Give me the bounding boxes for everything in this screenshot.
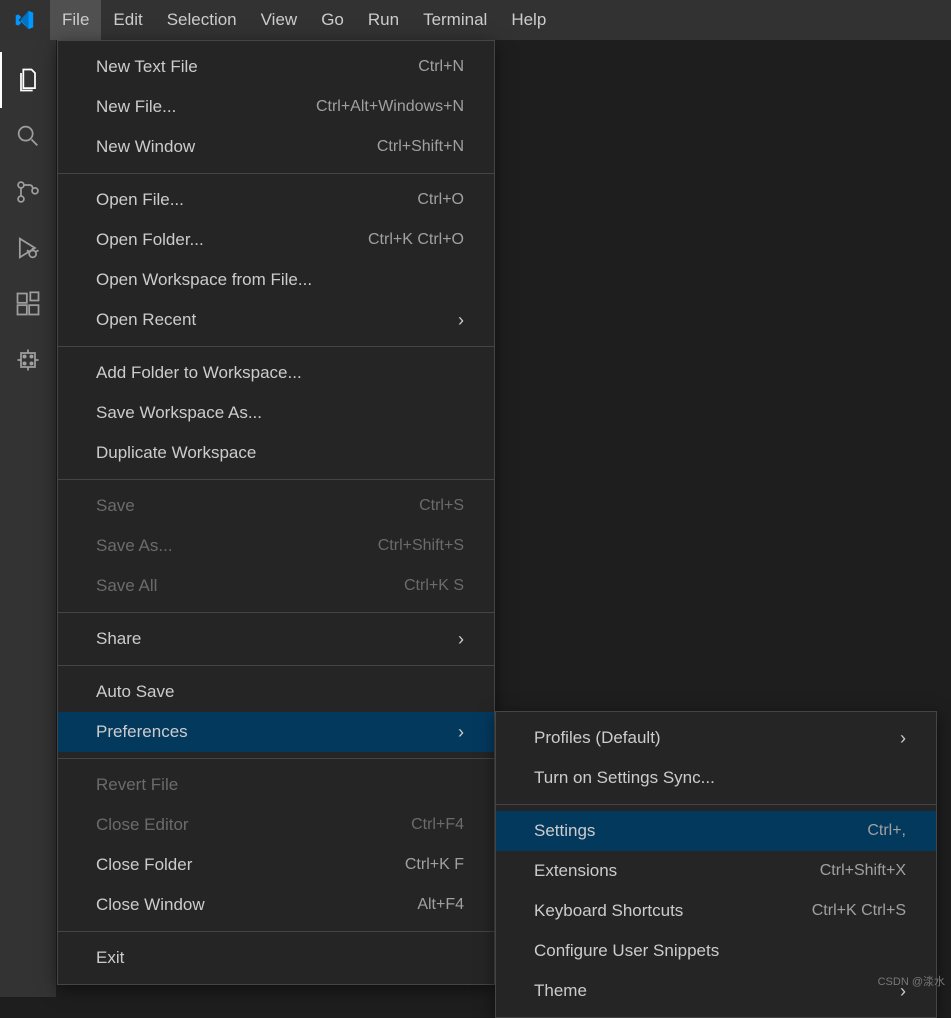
menu-label: Theme — [534, 981, 587, 1001]
menu-label: Turn on Settings Sync... — [534, 768, 715, 788]
menu-shortcut: Ctrl+K Ctrl+S — [812, 902, 906, 920]
titlebar: File Edit Selection View Go Run Terminal… — [0, 0, 951, 40]
menu-shortcut: Ctrl+S — [419, 497, 464, 515]
menu-go[interactable]: Go — [309, 0, 356, 40]
file-menu-open-recent[interactable]: Open Recent › — [58, 300, 494, 340]
menu-shortcut: Ctrl+K S — [404, 577, 464, 595]
menu-shortcut: Ctrl+Alt+Windows+N — [316, 98, 464, 116]
file-menu-save-as: Save As... Ctrl+Shift+S — [58, 526, 494, 566]
preferences-submenu: Profiles (Default) › Turn on Settings Sync… — [495, 711, 937, 1018]
menu-shortcut: Ctrl+, — [867, 822, 906, 840]
menu-label: Close Editor — [96, 815, 189, 835]
menu-label: Close Window — [96, 895, 205, 915]
file-menu-save-all: Save All Ctrl+K S — [58, 566, 494, 606]
file-menu-open-file[interactable]: Open File... Ctrl+O — [58, 180, 494, 220]
menu-label: Open Folder... — [96, 230, 204, 250]
file-menu-save: Save Ctrl+S — [58, 486, 494, 526]
file-menu-preferences[interactable]: Preferences › — [58, 712, 494, 752]
watermark: CSDN @渁水 — [878, 973, 945, 989]
menubar: File Edit Selection View Go Run Terminal… — [50, 0, 558, 40]
remote-icon[interactable] — [0, 332, 56, 388]
search-icon[interactable] — [0, 108, 56, 164]
pref-menu-profiles-default[interactable]: Profiles (Default) › — [496, 718, 936, 758]
menu-terminal[interactable]: Terminal — [411, 0, 499, 40]
menu-label: Duplicate Workspace — [96, 443, 256, 463]
menu-shortcut: Ctrl+K Ctrl+O — [368, 231, 464, 249]
menu-label: Close Folder — [96, 855, 192, 875]
run-debug-icon[interactable] — [0, 220, 56, 276]
file-menu-new-file[interactable]: New File... Ctrl+Alt+Windows+N — [58, 87, 494, 127]
explorer-icon[interactable] — [0, 52, 56, 108]
menu-shortcut: Ctrl+O — [417, 191, 464, 209]
menu-label: Share — [96, 629, 141, 649]
menu-label: Save — [96, 496, 135, 516]
file-menu-share[interactable]: Share › — [58, 619, 494, 659]
menu-label: New Text File — [96, 57, 198, 77]
menu-label: Open Recent — [96, 310, 196, 330]
menu-label: Add Folder to Workspace... — [96, 363, 302, 383]
menu-label: Exit — [96, 948, 124, 968]
menu-label: Save All — [96, 576, 157, 596]
file-menu-save-workspace-as[interactable]: Save Workspace As... — [58, 393, 494, 433]
menu-shortcut: Ctrl+F4 — [411, 816, 464, 834]
menu-shortcut: Ctrl+Shift+S — [378, 537, 464, 555]
pref-menu-configure-user-snippets[interactable]: Configure User Snippets — [496, 931, 936, 971]
menu-label: Auto Save — [96, 682, 174, 702]
activitybar — [0, 40, 56, 997]
file-menu-exit[interactable]: Exit — [58, 938, 494, 978]
menu-label: Extensions — [534, 861, 617, 881]
menu-label: Keyboard Shortcuts — [534, 901, 683, 921]
menu-view[interactable]: View — [249, 0, 310, 40]
pref-menu-settings[interactable]: Settings Ctrl+, — [496, 811, 936, 851]
menu-label: Save Workspace As... — [96, 403, 262, 423]
pref-menu-extensions[interactable]: Extensions Ctrl+Shift+X — [496, 851, 936, 891]
file-menu-close-window[interactable]: Close Window Alt+F4 — [58, 885, 494, 925]
menu-help[interactable]: Help — [499, 0, 558, 40]
menu-shortcut: Ctrl+K F — [405, 856, 464, 874]
menu-run[interactable]: Run — [356, 0, 411, 40]
file-menu-close-editor: Close Editor Ctrl+F4 — [58, 805, 494, 845]
pref-menu-theme[interactable]: Theme› — [496, 971, 936, 1011]
file-menu-open-folder[interactable]: Open Folder... Ctrl+K Ctrl+O — [58, 220, 494, 260]
menu-edit[interactable]: Edit — [101, 0, 154, 40]
menu-label: Settings — [534, 821, 595, 841]
file-menu-new-text-file[interactable]: New Text File Ctrl+N — [58, 47, 494, 87]
menu-label: Profiles (Default) — [534, 728, 661, 748]
chevron-right-icon: › — [458, 722, 464, 743]
menu-shortcut: Ctrl+Shift+X — [820, 862, 906, 880]
menu-label: Preferences — [96, 722, 188, 742]
menu-label: Save As... — [96, 536, 173, 556]
menu-shortcut: Ctrl+N — [418, 58, 464, 76]
menu-label: Revert File — [96, 775, 178, 795]
menu-label: Open File... — [96, 190, 184, 210]
menu-label: Configure User Snippets — [534, 941, 719, 961]
file-menu-new-window[interactable]: New Window Ctrl+Shift+N — [58, 127, 494, 167]
menu-file[interactable]: File — [50, 0, 101, 40]
chevron-right-icon: › — [458, 310, 464, 331]
chevron-right-icon: › — [900, 728, 906, 749]
vscode-logo-icon — [8, 4, 40, 36]
menu-label: New File... — [96, 97, 176, 117]
file-menu-auto-save[interactable]: Auto Save — [58, 672, 494, 712]
menu-selection[interactable]: Selection — [155, 0, 249, 40]
file-menu-add-folder-to-workspace[interactable]: Add Folder to Workspace... — [58, 353, 494, 393]
file-menu-revert-file: Revert File — [58, 765, 494, 805]
menu-label: New Window — [96, 137, 195, 157]
pref-menu-keyboard-shortcuts[interactable]: Keyboard Shortcuts Ctrl+K Ctrl+S — [496, 891, 936, 931]
chevron-right-icon: › — [458, 629, 464, 650]
file-dropdown: New Text File Ctrl+N New File... Ctrl+Alt+W… — [57, 40, 495, 985]
menu-shortcut: Ctrl+Shift+N — [377, 138, 464, 156]
source-control-icon[interactable] — [0, 164, 56, 220]
file-menu-duplicate-workspace[interactable]: Duplicate Workspace — [58, 433, 494, 473]
file-menu-close-folder[interactable]: Close Folder Ctrl+K F — [58, 845, 494, 885]
menu-label: Open Workspace from File... — [96, 270, 312, 290]
extensions-icon[interactable] — [0, 276, 56, 332]
file-menu-open-workspace-from-file[interactable]: Open Workspace from File... — [58, 260, 494, 300]
menu-shortcut: Alt+F4 — [417, 896, 464, 914]
pref-menu-turn-on-settings-sync[interactable]: Turn on Settings Sync... — [496, 758, 936, 798]
